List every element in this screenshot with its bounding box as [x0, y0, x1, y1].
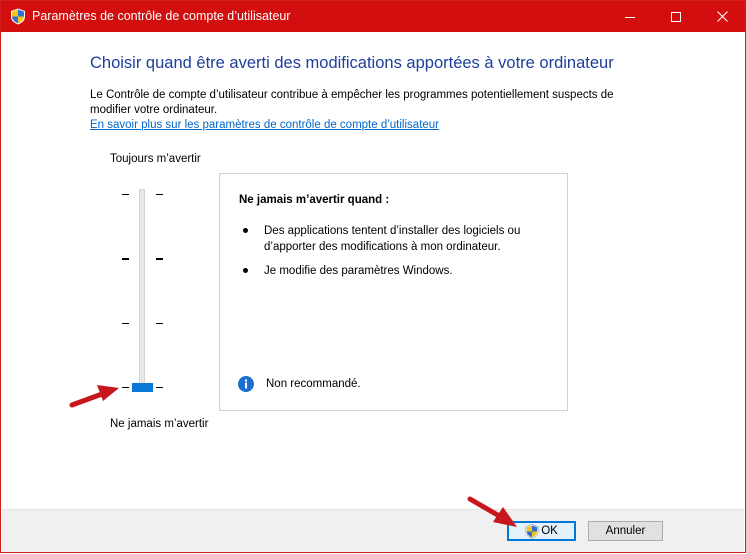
- slider-track[interactable]: [139, 189, 145, 389]
- slider-tick: [156, 258, 163, 260]
- panel-title: Ne jamais m’avertir quand :: [239, 194, 390, 206]
- cancel-button[interactable]: Annuler: [588, 521, 663, 541]
- page-heading: Choisir quand être averti des modificati…: [90, 54, 614, 72]
- uac-shield-icon: [11, 8, 25, 25]
- minimize-icon: [625, 16, 635, 18]
- window-title: Paramètres de contrôle de compte d’utili…: [32, 9, 291, 23]
- close-button[interactable]: [699, 1, 745, 32]
- list-item: Des applications tentent d’installer des…: [239, 223, 549, 255]
- slider-tick: [122, 323, 129, 324]
- learn-more-link[interactable]: En savoir plus sur les paramètres de con…: [90, 119, 439, 131]
- slider-tick: [122, 194, 129, 195]
- ok-button[interactable]: OK: [507, 521, 576, 541]
- bullet-icon: [243, 228, 248, 233]
- slider-tick: [156, 194, 163, 195]
- info-icon: [238, 376, 254, 392]
- bullet-icon: [243, 268, 248, 273]
- slider-tick: [156, 387, 163, 388]
- ok-button-label: OK: [541, 525, 558, 537]
- list-item: Je modifie des paramètres Windows.: [239, 263, 549, 279]
- maximize-icon: [671, 11, 681, 22]
- cancel-button-label: Annuler: [605, 525, 646, 537]
- list-item-text: Des applications tentent d’installer des…: [264, 225, 521, 253]
- slider-tick: [156, 323, 163, 324]
- annotation-arrow-slider: [69, 385, 119, 408]
- uac-settings-window: Paramètres de contrôle de compte d’utili…: [0, 0, 746, 553]
- level-description-panel: Ne jamais m’avertir quand : Des applicat…: [219, 173, 568, 411]
- slider-tick: [122, 258, 129, 260]
- maximize-button[interactable]: [653, 1, 699, 32]
- slider-top-label: Toujours m’avertir: [110, 153, 201, 165]
- slider-bottom-label: Ne jamais m’avertir: [110, 418, 209, 430]
- description-text: Le Contrôle de compte d’utilisateur cont…: [90, 89, 614, 116]
- warning-note: Non recommandé.: [266, 378, 361, 390]
- slider-tick: [122, 387, 129, 388]
- slider-thumb[interactable]: [132, 383, 153, 392]
- list-item-text: Je modifie des paramètres Windows.: [264, 265, 453, 277]
- panel-list: Des applications tentent d’installer des…: [239, 223, 549, 287]
- notification-level-slider[interactable]: [119, 187, 167, 397]
- minimize-button[interactable]: [607, 1, 653, 32]
- title-bar[interactable]: Paramètres de contrôle de compte d’utili…: [1, 1, 745, 32]
- close-icon: [716, 11, 728, 22]
- uac-shield-icon: [525, 523, 539, 539]
